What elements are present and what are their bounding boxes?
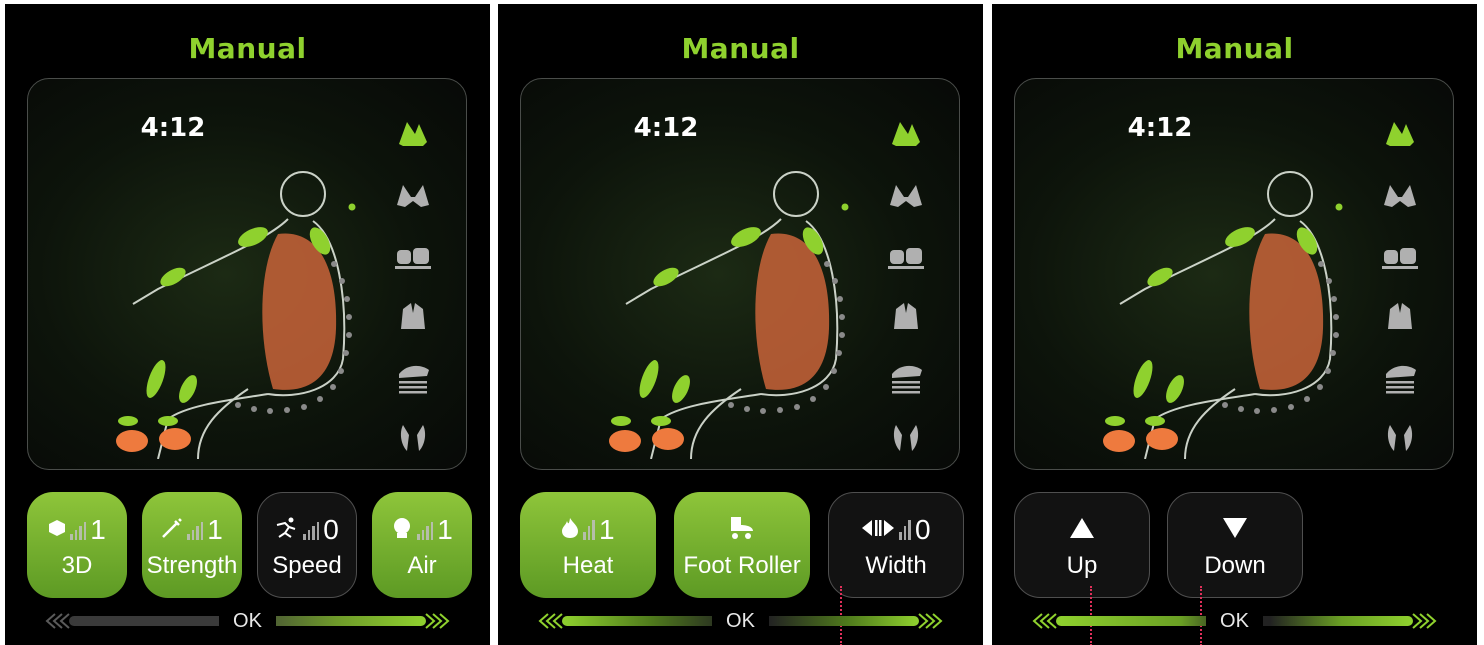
roll-palm-icon[interactable] [883, 357, 929, 397]
clap-hands-icon[interactable] [1377, 235, 1423, 275]
strength-button[interactable]: 1 Strength [142, 492, 242, 598]
3d-button[interactable]: 1 3D [27, 492, 127, 598]
shiatsu-hands-icon[interactable] [883, 296, 929, 336]
foot-press-icon[interactable] [1377, 418, 1423, 458]
body-view: 4:12 [520, 78, 960, 470]
timer: 4:12 [1127, 113, 1193, 143]
tap-hands-icon[interactable] [390, 174, 436, 214]
button-label: Strength [146, 552, 238, 579]
massage-mode-list [1377, 113, 1423, 469]
level-bars [303, 520, 320, 540]
tap-hands-icon[interactable] [883, 174, 929, 214]
button-label: Air [407, 552, 437, 579]
body-figure-image [1103, 171, 1343, 459]
button-label: Heat [562, 552, 614, 579]
level-bars [70, 520, 87, 540]
chevron-right-icon [425, 613, 450, 629]
chevron-left-icon [1032, 613, 1057, 629]
knead-hands-icon[interactable] [1377, 113, 1423, 153]
knead-hands-icon[interactable] [883, 113, 929, 153]
level-bars [899, 520, 911, 540]
triangle-down-icon [1221, 516, 1249, 544]
shiatsu-hands-icon[interactable] [1377, 296, 1423, 336]
timer: 4:12 [140, 113, 206, 143]
body-figure-image [609, 171, 849, 459]
body-view: 4:12 [27, 78, 467, 470]
page-title: Manual [188, 32, 307, 65]
body-view: 4:12 [1014, 78, 1454, 470]
level-value: 1 [598, 514, 615, 545]
button-label: Down [1204, 552, 1266, 579]
timer: 4:12 [633, 113, 699, 143]
level-bars [187, 520, 204, 540]
chevron-left-icon [538, 613, 563, 629]
level-value: 1 [437, 514, 453, 545]
level-value: 1 [90, 514, 106, 545]
cube-icon [48, 519, 66, 541]
button-label: 3D [61, 552, 93, 579]
massage-mode-list [883, 113, 929, 469]
air-button[interactable]: 1 Air [372, 492, 472, 598]
button-label: Width [865, 552, 927, 579]
body-figure-image [116, 171, 356, 459]
width-icon [861, 518, 895, 542]
button-label: Up [1066, 552, 1098, 579]
button-label: Speed [272, 552, 342, 579]
page-title: Manual [681, 32, 800, 65]
syringe-icon [161, 517, 183, 543]
chevron-right-icon [1412, 613, 1437, 629]
ok-label: OK [219, 609, 276, 633]
flame-icon [561, 517, 579, 543]
foot-press-icon[interactable] [883, 418, 929, 458]
knead-hands-icon[interactable] [390, 113, 436, 153]
button-label: Foot Roller [683, 552, 801, 579]
ok-label: OK [712, 609, 769, 633]
clap-hands-icon[interactable] [390, 235, 436, 275]
ok-label: OK [1206, 609, 1263, 633]
level-bars [417, 520, 434, 540]
massage-mode-list [390, 113, 436, 469]
speed-button[interactable]: 0 Speed [257, 492, 357, 598]
level-bars [583, 520, 595, 540]
foot-press-icon[interactable] [390, 418, 436, 458]
airbag-icon [391, 517, 413, 543]
page-title: Manual [1175, 32, 1294, 65]
ok-slider[interactable]: OK [45, 609, 450, 633]
chevron-right-icon [918, 613, 943, 629]
level-value: 0 [914, 514, 931, 545]
shiatsu-hands-icon[interactable] [390, 296, 436, 336]
manual-screen-1: Manual 4:12 1 3D 1 Strength 0 Speed 1 Ai… [5, 4, 490, 645]
up-button[interactable]: Up [1014, 492, 1150, 598]
level-value: 0 [323, 514, 339, 545]
tap-hands-icon[interactable] [1377, 174, 1423, 214]
runner-icon [275, 517, 299, 543]
down-button[interactable]: Down [1167, 492, 1303, 598]
chevron-left-icon [45, 613, 70, 629]
roll-palm-icon[interactable] [1377, 357, 1423, 397]
foot-roller-button[interactable]: Foot Roller [674, 492, 810, 598]
heat-button[interactable]: 1 Heat [520, 492, 656, 598]
manual-screen-2: Manual 4:12 1 Heat Foot Roller 0 Width O… [498, 4, 983, 645]
roll-palm-icon[interactable] [390, 357, 436, 397]
triangle-up-icon [1068, 516, 1096, 544]
ok-slider[interactable]: OK [1032, 609, 1437, 633]
clap-hands-icon[interactable] [883, 235, 929, 275]
width-button[interactable]: 0 Width [828, 492, 964, 598]
skate-icon [727, 515, 757, 545]
level-value: 1 [207, 514, 223, 545]
manual-screen-3: Manual 4:12 Up Down OK [992, 4, 1477, 645]
ok-slider[interactable]: OK [538, 609, 943, 633]
